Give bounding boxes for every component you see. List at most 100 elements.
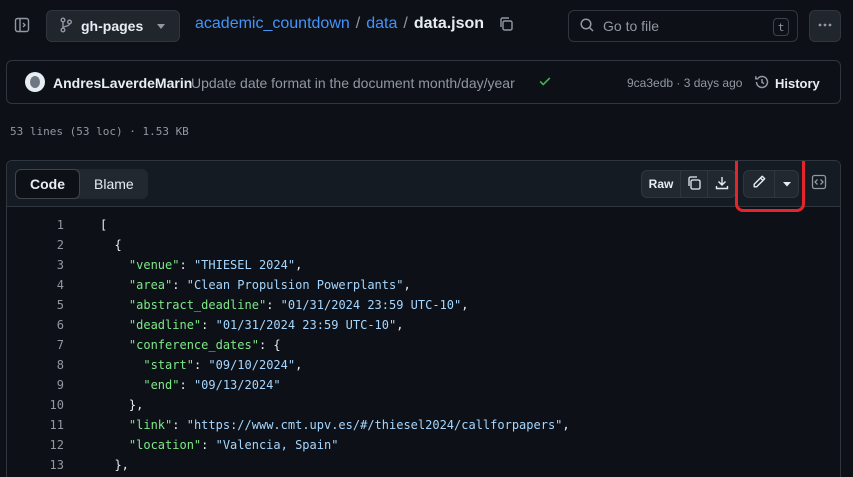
download-icon xyxy=(714,175,730,194)
json-punctuation: [ xyxy=(100,218,108,232)
json-key: "link" xyxy=(128,418,173,432)
line-number[interactable]: 7 xyxy=(7,338,64,352)
line-content: { xyxy=(100,238,122,252)
line-number[interactable]: 6 xyxy=(7,318,64,332)
code-line: 11 "link": "https://www.cmt.upv.es/#/thi… xyxy=(7,415,840,435)
code-line: 12 "location": "Valencia, Spain" xyxy=(7,435,840,455)
breadcrumb-repo-link[interactable]: academic_countdown xyxy=(195,15,350,33)
file-meta-info: 53 lines (53 loc) · 1.53 KB xyxy=(10,125,189,138)
history-icon xyxy=(754,74,770,93)
line-number[interactable]: 5 xyxy=(7,298,64,312)
more-options-button[interactable] xyxy=(809,10,841,42)
code-line: 2 { xyxy=(7,235,840,255)
keyboard-shortcut-hint: t xyxy=(773,18,789,36)
json-punctuation: : xyxy=(201,318,216,332)
commit-message[interactable]: Update date format in the document month… xyxy=(191,75,515,91)
copy-path-icon[interactable] xyxy=(498,16,514,32)
json-key: "deadline" xyxy=(128,318,202,332)
copy-raw-button[interactable] xyxy=(681,171,708,197)
breadcrumb-separator: / xyxy=(403,15,408,32)
json-punctuation: : xyxy=(201,438,216,452)
line-content: "location": "Valencia, Spain" xyxy=(100,438,339,452)
check-icon[interactable] xyxy=(538,74,552,93)
breadcrumb-file-name: data.json xyxy=(413,15,485,32)
line-content: "conference_dates": { xyxy=(100,338,281,352)
line-content: "deadline": "01/31/2024 23:59 UTC-10", xyxy=(100,318,404,332)
json-string: "09/10/2024" xyxy=(208,358,296,372)
line-number[interactable]: 12 xyxy=(7,438,64,452)
download-raw-button[interactable] xyxy=(708,171,735,197)
line-number[interactable]: 1 xyxy=(7,218,64,232)
go-to-file-placeholder: Go to file xyxy=(603,18,660,34)
code-line: 7 "conference_dates": { xyxy=(7,335,840,355)
json-punctuation: }, xyxy=(128,398,144,412)
json-key: "end" xyxy=(143,378,180,392)
line-number[interactable]: 10 xyxy=(7,398,64,412)
line-content: "start": "09/10/2024", xyxy=(100,358,302,372)
json-string: "Valencia, Spain" xyxy=(215,438,339,452)
json-string: "Clean Propulsion Powerplants" xyxy=(186,278,404,292)
top-bar: gh-pages academic_countdown / data / dat… xyxy=(0,0,853,52)
history-button[interactable]: History xyxy=(754,74,820,93)
raw-button[interactable]: Raw xyxy=(642,171,681,197)
latest-commit-bar: AndresLaverdeMarin Update date format in… xyxy=(6,60,841,104)
json-string: "https://www.cmt.upv.es/#/thiesel2024/ca… xyxy=(186,418,563,432)
json-string: "01/31/2024 23:59 UTC-10" xyxy=(215,318,397,332)
line-number[interactable]: 3 xyxy=(7,258,64,272)
chevron-down-icon xyxy=(157,24,165,29)
json-key: "area" xyxy=(128,278,173,292)
line-number[interactable]: 4 xyxy=(7,278,64,292)
line-content: [ xyxy=(100,218,107,232)
tab-blame[interactable]: Blame xyxy=(80,169,148,199)
json-punctuation: : xyxy=(179,378,194,392)
code-line: 5 "abstract_deadline": "01/31/2024 23:59… xyxy=(7,295,840,315)
line-content: "area": "Clean Propulsion Powerplants", xyxy=(100,278,411,292)
commit-author[interactable]: AndresLaverdeMarin xyxy=(53,75,192,91)
line-number[interactable]: 9 xyxy=(7,378,64,392)
file-actions-group: Raw xyxy=(641,170,736,198)
json-string: "09/13/2024" xyxy=(193,378,281,392)
json-key: "location" xyxy=(128,438,202,452)
json-key: "abstract_deadline" xyxy=(128,298,267,312)
json-punctuation: , xyxy=(295,358,303,372)
line-number[interactable]: 8 xyxy=(7,358,64,372)
json-string: "THIESEL 2024" xyxy=(193,258,296,272)
sidebar-toggle-icon[interactable] xyxy=(10,12,34,38)
tab-code[interactable]: Code xyxy=(15,169,80,199)
json-punctuation: : xyxy=(179,258,194,272)
file-viewer-header: Code Blame Raw xyxy=(7,161,840,212)
json-punctuation: : xyxy=(172,418,187,432)
json-punctuation: : xyxy=(172,278,187,292)
copy-icon xyxy=(686,175,702,194)
code-line: 13 }, xyxy=(7,455,840,475)
json-punctuation: { xyxy=(114,238,122,252)
commit-sha-and-time[interactable]: 9ca3edb · 3 days ago xyxy=(627,76,742,90)
json-string: "01/31/2024 23:59 UTC-10" xyxy=(280,298,462,312)
code-line: 9 "end": "09/13/2024" xyxy=(7,375,840,395)
branch-selector-button[interactable]: gh-pages xyxy=(46,10,180,42)
branch-name: gh-pages xyxy=(81,18,144,34)
highlight-annotation-box xyxy=(735,161,805,212)
json-key: "conference_dates" xyxy=(128,338,259,352)
symbols-panel-button[interactable] xyxy=(807,172,831,196)
breadcrumb: academic_countdown / data / data.json xyxy=(195,15,514,33)
line-number[interactable]: 13 xyxy=(7,458,64,472)
branch-icon xyxy=(59,17,73,36)
view-mode-toggle: Code Blame xyxy=(15,169,148,199)
json-punctuation: , xyxy=(562,418,570,432)
line-number[interactable]: 2 xyxy=(7,238,64,252)
line-content: "end": "09/13/2024" xyxy=(100,378,281,392)
json-key: "venue" xyxy=(128,258,180,272)
code-line: 4 "area": "Clean Propulsion Powerplants"… xyxy=(7,275,840,295)
avatar[interactable] xyxy=(25,72,45,92)
code-line: 3 "venue": "THIESEL 2024", xyxy=(7,255,840,275)
code-line: 10 }, xyxy=(7,395,840,415)
code-line: 1[ xyxy=(7,215,840,235)
line-number[interactable]: 11 xyxy=(7,418,64,432)
go-to-file-input[interactable]: Go to file t xyxy=(568,10,798,42)
json-punctuation: , xyxy=(461,298,469,312)
line-content: "venue": "THIESEL 2024", xyxy=(100,258,302,272)
breadcrumb-folder-link[interactable]: data xyxy=(366,15,397,33)
file-viewer: Code Blame Raw 1 [2 {3 "venue": "THIES… xyxy=(6,160,841,477)
line-content: "abstract_deadline": "01/31/2024 23:59 U… xyxy=(100,298,469,312)
